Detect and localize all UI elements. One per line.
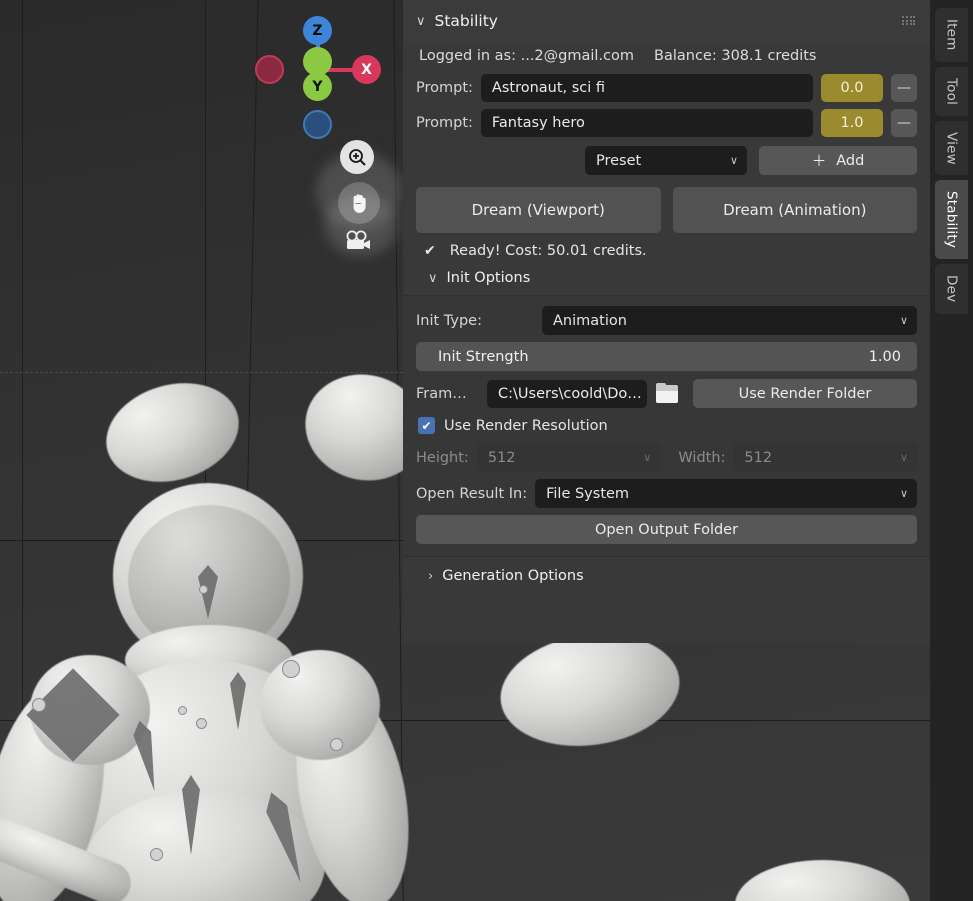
gizmo-axis-x[interactable]: X xyxy=(352,55,381,84)
width-dropdown[interactable]: 512 ∨ xyxy=(733,443,917,472)
open-result-in-dropdown[interactable]: File System ∨ xyxy=(535,479,917,508)
armature-joint xyxy=(32,698,46,712)
gizmo-axis-neg-x[interactable] xyxy=(255,55,284,84)
tab-view[interactable]: View xyxy=(935,121,968,176)
chevron-down-icon: ∨ xyxy=(730,154,738,167)
generation-options-header[interactable]: › Generation Options xyxy=(416,557,917,593)
tab-tool[interactable]: Tool xyxy=(935,67,968,116)
use-render-folder-button[interactable]: Use Render Folder xyxy=(693,379,917,408)
pan-hand-icon[interactable] xyxy=(338,182,380,224)
chevron-down-icon[interactable]: ∨ xyxy=(428,271,438,286)
init-type-label: Init Type: xyxy=(416,313,534,329)
zoom-icon[interactable] xyxy=(340,140,374,174)
frame-path-row: Fram… C:\Users\coold\Do… Use Render Fold… xyxy=(416,379,917,408)
height-value: 512 xyxy=(488,450,516,466)
check-icon: ✔ xyxy=(424,243,436,259)
dream-buttons-row: Dream (Viewport) Dream (Animation) xyxy=(416,187,917,233)
width-label: Width: xyxy=(678,450,725,466)
viewport-navigation-gizmo[interactable]: Z Y X xyxy=(255,8,385,138)
add-button-label: Add xyxy=(836,153,864,169)
chevron-down-icon: ∨ xyxy=(900,487,908,500)
prompt-weight-field[interactable]: 1.0 xyxy=(821,109,883,137)
camera-icon[interactable] xyxy=(342,228,374,256)
chevron-down-icon: ∨ xyxy=(900,314,908,327)
init-options-header[interactable]: ∨ Init Options xyxy=(416,263,917,295)
frame-path-label: Fram… xyxy=(416,386,479,402)
ready-status-row: ✔ Ready! Cost: 50.01 credits. xyxy=(424,243,917,259)
plus-icon: ＋ xyxy=(812,150,827,171)
preset-dropdown[interactable]: Preset ∨ xyxy=(585,146,747,175)
model-shoulder-right xyxy=(260,650,380,760)
prompt-label: Prompt: xyxy=(416,80,473,96)
chevron-down-icon: ∨ xyxy=(900,451,908,464)
remove-prompt-button[interactable]: — xyxy=(891,74,917,102)
armature-joint xyxy=(178,706,187,715)
tab-dev[interactable]: Dev xyxy=(935,264,968,313)
panel-header[interactable]: ∨ Stability xyxy=(403,0,930,42)
grip-dots-icon[interactable] xyxy=(902,16,916,26)
gizmo-axis-z[interactable]: Z xyxy=(303,16,332,45)
prompt-input[interactable]: Fantasy hero xyxy=(481,109,813,137)
resolution-row: Height: 512 ∨ Width: 512 ∨ xyxy=(416,443,917,472)
panel-body: Logged in as: ...2@gmail.com Balance: 30… xyxy=(403,42,930,593)
open-result-in-label: Open Result In: xyxy=(416,486,527,502)
open-result-in-value: File System xyxy=(546,486,629,502)
open-output-folder-button[interactable]: Open Output Folder xyxy=(416,515,917,544)
add-prompt-button[interactable]: ＋ Add xyxy=(759,146,917,175)
stability-panel: ∨ Stability Logged in as: ...2@gmail.com… xyxy=(403,0,930,643)
init-type-value: Animation xyxy=(553,313,627,329)
init-strength-slider[interactable]: Init Strength 1.00 xyxy=(416,342,917,371)
viewport-nav-buttons[interactable] xyxy=(330,132,400,267)
armature-joint xyxy=(150,848,163,861)
use-render-resolution-label: Use Render Resolution xyxy=(444,418,608,434)
init-type-dropdown[interactable]: Animation ∨ xyxy=(542,306,917,335)
init-options-title: Init Options xyxy=(447,270,531,286)
panel-title: Stability xyxy=(435,12,498,30)
armature-joint xyxy=(330,738,343,751)
chevron-right-icon[interactable]: › xyxy=(428,569,433,584)
preset-dropdown-value: Preset xyxy=(596,153,641,169)
width-value: 512 xyxy=(744,450,772,466)
dream-viewport-button[interactable]: Dream (Viewport) xyxy=(416,187,661,233)
sidebar-tab-strip: Item Tool View Stability Dev xyxy=(930,0,973,901)
init-strength-label: Init Strength xyxy=(438,349,529,365)
chevron-down-icon[interactable]: ∨ xyxy=(416,14,426,29)
blender-window: Z Y X xyxy=(0,0,973,901)
prompt-weight-field[interactable]: 0.0 xyxy=(821,74,883,102)
frame-path-input[interactable]: C:\Users\coold\Do… xyxy=(487,380,647,408)
prompt-row: Prompt: Fantasy hero 1.0 — xyxy=(416,109,917,137)
prompt-row: Prompt: Astronaut, sci fi 0.0 — xyxy=(416,74,917,102)
use-render-resolution-row[interactable]: ✔ Use Render Resolution xyxy=(418,417,917,434)
generation-options-title: Generation Options xyxy=(442,568,583,584)
ready-status-text: Ready! Cost: 50.01 credits. xyxy=(450,243,647,259)
height-dropdown[interactable]: 512 ∨ xyxy=(477,443,661,472)
preset-row: Preset ∨ ＋ Add xyxy=(416,146,917,175)
armature-joint xyxy=(282,660,300,678)
armature-joint xyxy=(199,585,208,594)
tab-item[interactable]: Item xyxy=(935,8,968,62)
gizmo-axis-y[interactable]: Y xyxy=(303,72,332,101)
folder-icon[interactable] xyxy=(655,383,679,405)
prompt-input[interactable]: Astronaut, sci fi xyxy=(481,74,813,102)
tab-stability[interactable]: Stability xyxy=(935,180,968,259)
height-label: Height: xyxy=(416,450,469,466)
gizmo-axis-neg-z[interactable] xyxy=(303,110,332,139)
use-render-resolution-checkbox[interactable]: ✔ xyxy=(418,417,435,434)
balance-label: Balance: 308.1 credits xyxy=(654,48,816,64)
open-result-in-row: Open Result In: File System ∨ xyxy=(416,479,917,508)
model-hand-left xyxy=(95,368,251,497)
init-options-body: Init Type: Animation ∨ Init Strength 1.0… xyxy=(403,296,930,556)
prompt-label: Prompt: xyxy=(416,115,473,131)
chevron-down-icon: ∨ xyxy=(643,451,651,464)
account-status: Logged in as: ...2@gmail.com Balance: 30… xyxy=(416,42,917,74)
init-strength-value: 1.00 xyxy=(869,349,901,365)
model-limb-far-right xyxy=(493,623,687,757)
armature-joint xyxy=(196,718,207,729)
init-type-row: Init Type: Animation ∨ xyxy=(416,306,917,335)
dream-animation-button[interactable]: Dream (Animation) xyxy=(673,187,918,233)
logged-in-label: Logged in as: ...2@gmail.com xyxy=(419,48,634,64)
remove-prompt-button[interactable]: — xyxy=(891,109,917,137)
model-limb-far-bottom xyxy=(735,860,910,901)
